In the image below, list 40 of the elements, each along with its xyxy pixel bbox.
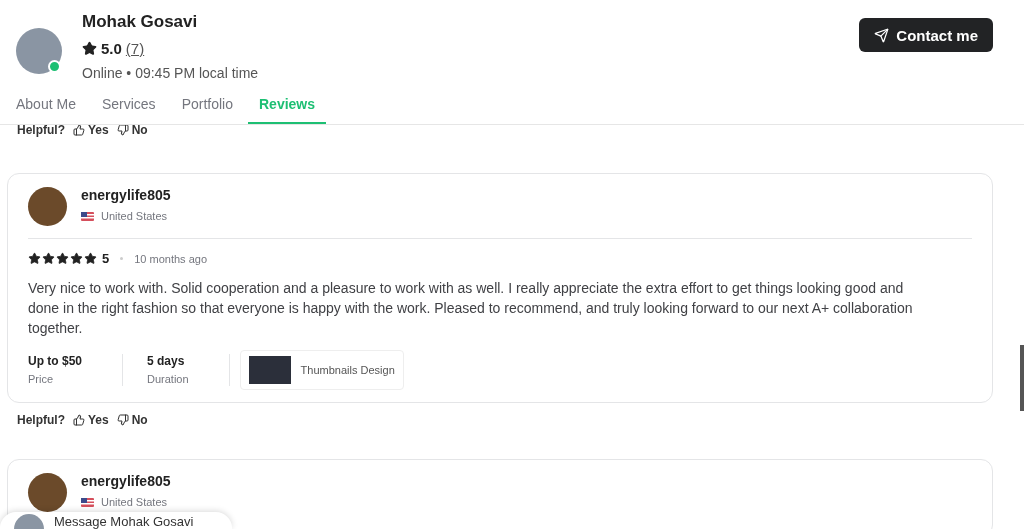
- no-button[interactable]: No: [116, 123, 148, 137]
- flag-icon: [81, 497, 94, 507]
- review-text: Very nice to work with. Solid cooperation and a pleasure to work with as well. I really appreciate the extra effort to get things looking good and done in the right fashion so that everyone is happy with the work. Pleased to recommend, and truly looking forward to our next A+ collaboration together.: [28, 279, 914, 338]
- review-count-link[interactable]: (7): [125, 40, 145, 57]
- user-avatar: [28, 187, 67, 226]
- thumbs-up-icon: [73, 124, 85, 136]
- thumbs-down-icon: [116, 414, 129, 426]
- duration-label: Duration: [147, 373, 189, 385]
- duration-value: 5 days: [147, 354, 186, 368]
- profile-name: Mohak Gosavi: [82, 12, 199, 32]
- reviewer-name: energylife805: [81, 473, 171, 489]
- review-time: 10 months ago: [134, 252, 207, 265]
- thumbnail-placeholder: [248, 356, 291, 384]
- price-label: Price: [28, 373, 55, 385]
- tab[interactable]: Services: [90, 90, 167, 124]
- reviewer-name: energylife805: [81, 187, 171, 203]
- country-name: United States: [101, 210, 168, 222]
- helpful-question: Helpful?: [17, 413, 65, 427]
- rating-value: 5.0: [101, 40, 122, 57]
- thumbs-down-icon: [116, 124, 129, 136]
- thumbs-up-icon: [73, 414, 85, 426]
- avatar: [16, 28, 62, 74]
- flag-icon: [81, 211, 94, 221]
- send-icon: [874, 27, 890, 43]
- country-name: United States: [101, 496, 168, 508]
- message-bar[interactable]: Message Mohak Gosavi: [0, 512, 232, 529]
- scrollbar-thumb[interactable]: [1020, 345, 1024, 411]
- no-button[interactable]: No: [116, 413, 148, 427]
- yes-button[interactable]: Yes: [73, 413, 109, 427]
- service-chip[interactable]: Thumbnails Design: [239, 350, 404, 390]
- rating-value: 5: [102, 251, 110, 266]
- tab[interactable]: About Me: [16, 90, 87, 124]
- user-avatar: [28, 473, 67, 512]
- tab[interactable]: Portfolio: [170, 90, 244, 124]
- status-text: Online • 09:45 PM local time: [82, 65, 259, 81]
- price-value: Up to $50: [28, 354, 82, 368]
- helpful-question: Helpful?: [17, 123, 65, 137]
- yes-button[interactable]: Yes: [73, 123, 109, 137]
- contact-button[interactable]: Contact me: [859, 18, 993, 52]
- star-icon: [82, 41, 97, 56]
